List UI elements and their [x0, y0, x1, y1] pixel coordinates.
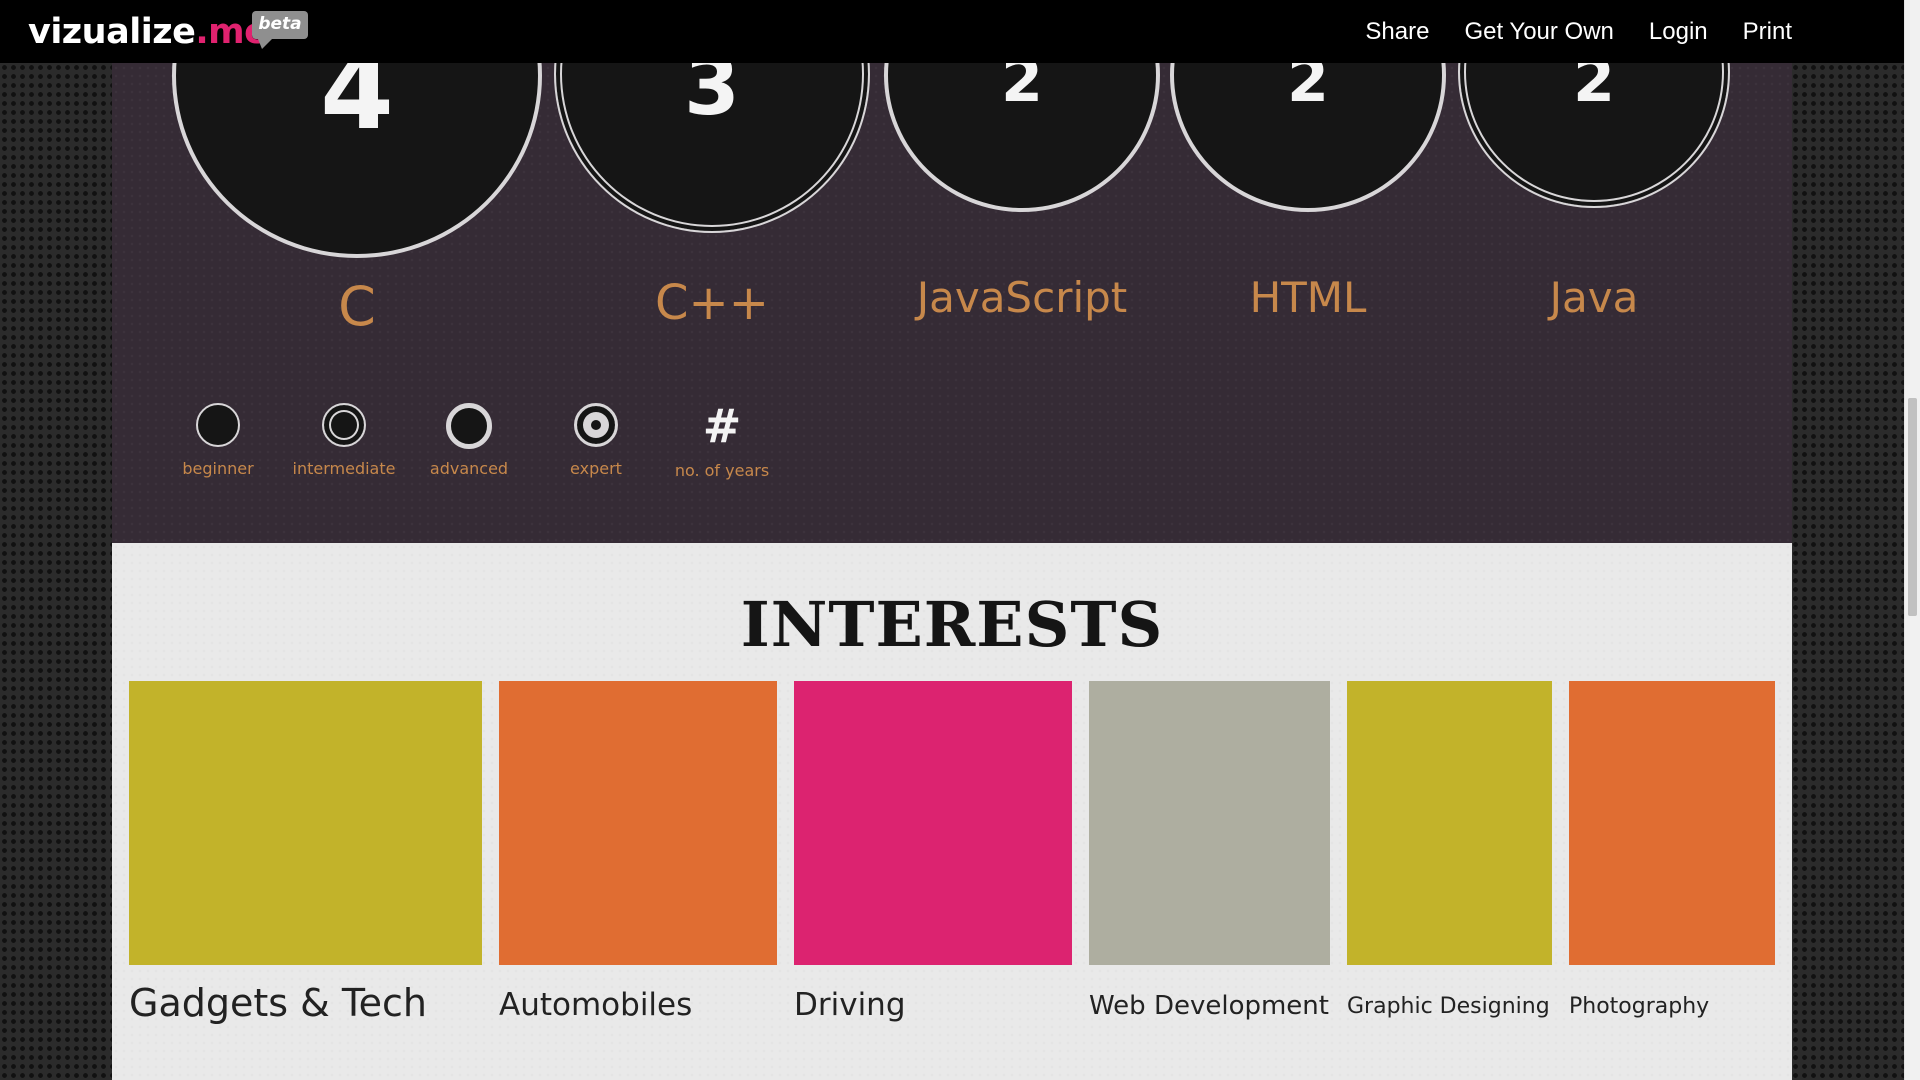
interest-gadgets-tech: Gadgets & Tech: [129, 681, 482, 1025]
interest-label: Graphic Designing: [1347, 994, 1550, 1019]
skill-name: HTML: [1249, 273, 1367, 322]
interest-label: Gadgets & Tech: [129, 981, 427, 1025]
interest-label: Web Development: [1089, 991, 1329, 1021]
interest-label: Automobiles: [499, 987, 693, 1023]
interest-tile: [794, 681, 1072, 965]
scrollbar-thumb[interactable]: [1908, 398, 1917, 616]
skill-name: C: [338, 275, 376, 338]
resume-content: 4 C 3 C++ 2 JavaScript 2 HTML 2 Java beg…: [112, 0, 1792, 1080]
legend-label: expert: [570, 459, 622, 478]
legend-label: advanced: [429, 459, 509, 478]
filled-circle-icon: [196, 403, 240, 447]
legend-beginner: beginner: [153, 403, 283, 478]
interest-tile: [129, 681, 482, 965]
interest-tile: [1089, 681, 1330, 965]
interest-tile: [1347, 681, 1552, 965]
interest-web-development: Web Development: [1089, 681, 1330, 1021]
interest-tile: [499, 681, 777, 965]
skills-section: 4 C 3 C++ 2 JavaScript 2 HTML 2 Java beg…: [112, 0, 1792, 543]
legend-label: no. of years: [674, 461, 770, 480]
login-link[interactable]: Login: [1649, 18, 1708, 46]
top-navbar: vizualize.me beta Share Get Your Own Log…: [0, 0, 1904, 63]
thick-ring-icon: [446, 403, 492, 449]
interest-driving: Driving: [794, 681, 1072, 1023]
legend-years: # no. of years: [657, 403, 787, 480]
skill-name: C++: [655, 275, 769, 331]
interest-label: Driving: [794, 987, 906, 1023]
nav-links: Share Get Your Own Login Print: [1330, 0, 1792, 63]
share-link[interactable]: Share: [1365, 18, 1429, 46]
interest-tile: [1569, 681, 1775, 965]
legend-advanced: advanced: [404, 403, 534, 478]
interest-photography: Photography: [1569, 681, 1775, 1019]
beta-badge: beta: [252, 11, 308, 49]
print-link[interactable]: Print: [1743, 18, 1792, 46]
skill-name: Java: [1549, 273, 1639, 322]
skill-name: JavaScript: [916, 273, 1128, 322]
interest-graphic-designing: Graphic Designing: [1347, 681, 1552, 1019]
vizualize-logo[interactable]: vizualize.me: [28, 10, 268, 54]
interests-section: INTERESTS Gadgets & Tech Automobiles Dri…: [112, 543, 1792, 1080]
double-ring-icon: [322, 403, 366, 447]
logo-text: vizualize: [28, 12, 196, 52]
interests-title: INTERESTS: [740, 588, 1164, 661]
legend-expert: expert: [531, 403, 661, 478]
interest-label: Photography: [1569, 994, 1710, 1019]
target-ring-icon: [574, 403, 618, 447]
get-your-own-link[interactable]: Get Your Own: [1464, 18, 1613, 46]
legend-intermediate: intermediate: [279, 403, 409, 478]
legend-label: intermediate: [292, 459, 396, 478]
legend-label: beginner: [182, 459, 254, 478]
interest-automobiles: Automobiles: [499, 681, 777, 1023]
vertical-scrollbar[interactable]: [1904, 0, 1920, 1080]
hash-icon: #: [702, 399, 742, 453]
